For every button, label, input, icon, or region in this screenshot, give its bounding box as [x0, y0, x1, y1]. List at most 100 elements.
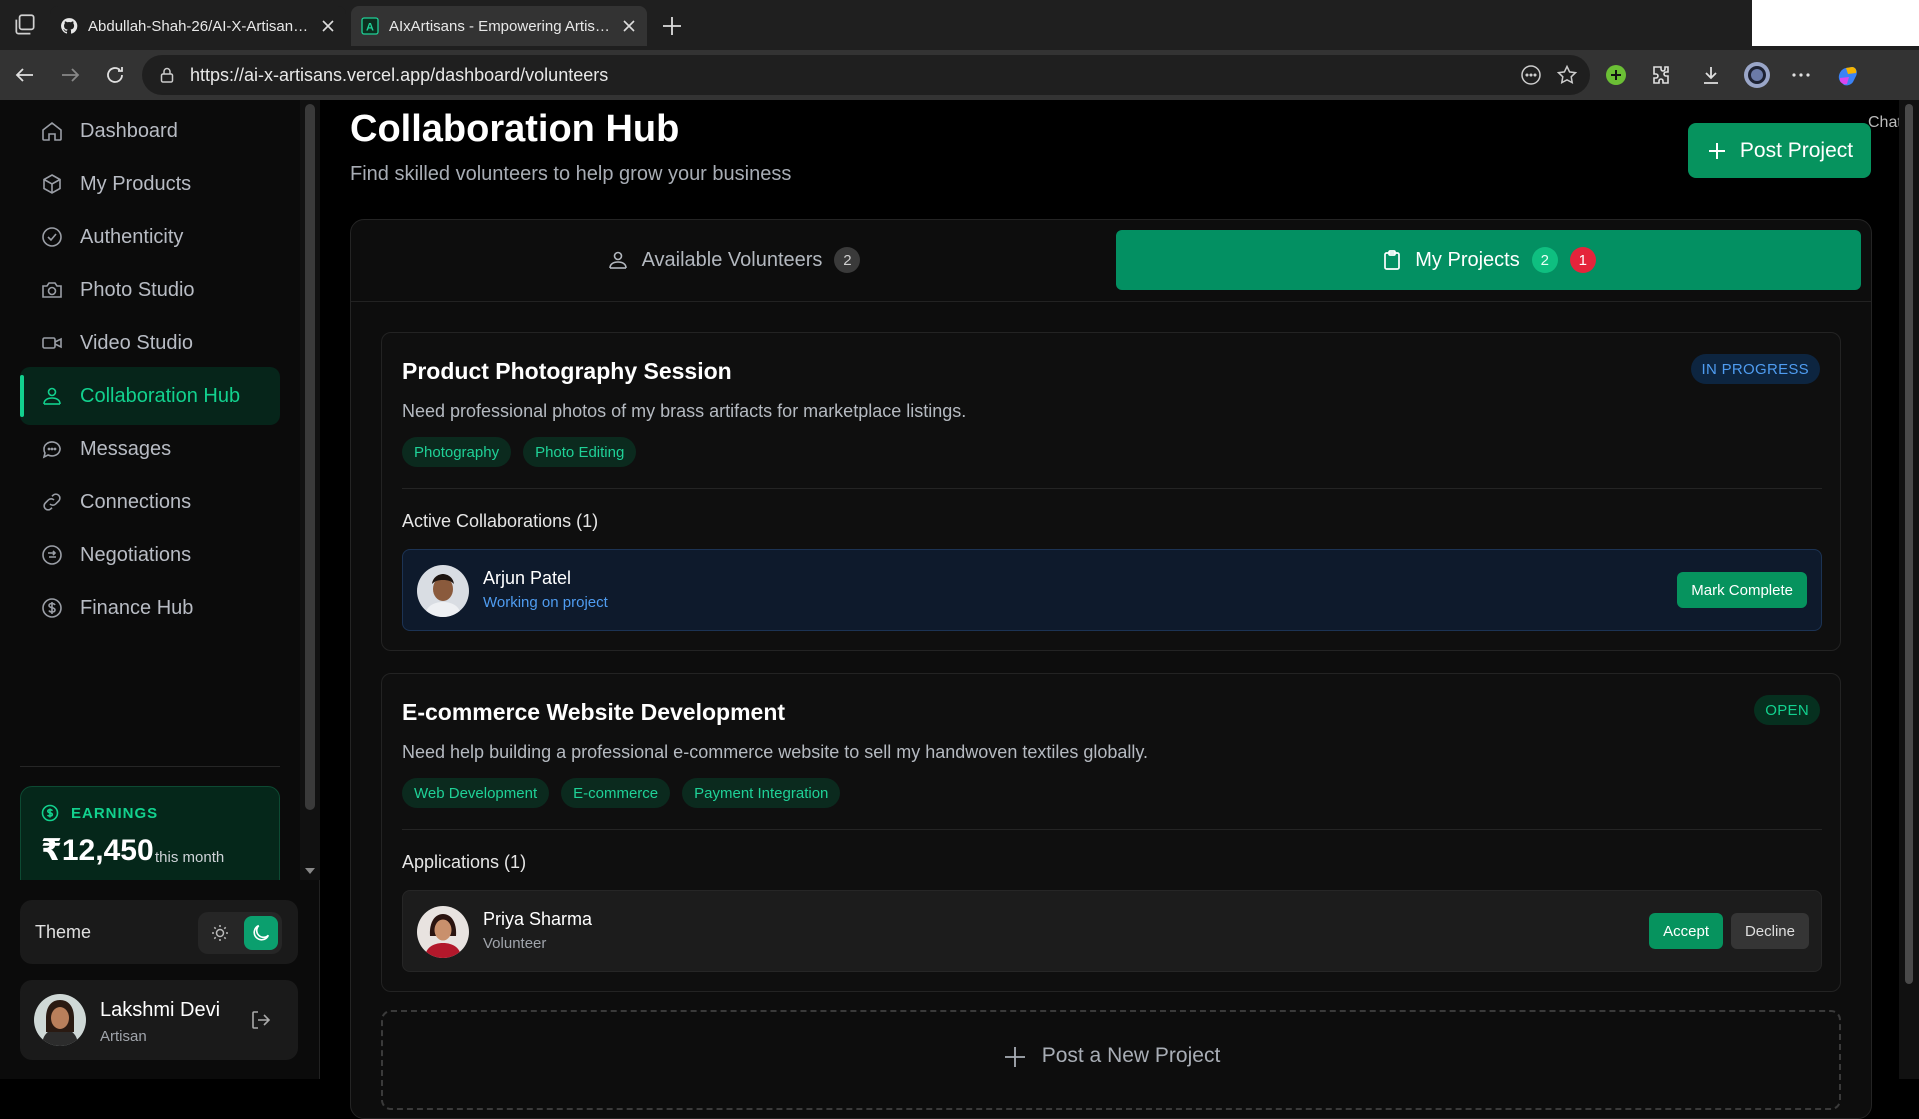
sun-icon[interactable] [208, 921, 232, 945]
applicant-name: Priya Sharma [483, 909, 593, 929]
skill-tag: Photo Editing [523, 437, 637, 467]
close-icon[interactable] [320, 18, 336, 34]
post-project-button[interactable]: Post Project [1688, 123, 1871, 178]
copilot-icon[interactable] [1834, 61, 1862, 89]
post-new-label: Post a New Project [1041, 1044, 1221, 1067]
message-icon [40, 437, 64, 461]
users-icon [40, 384, 64, 408]
github-icon [60, 17, 78, 35]
video-icon [40, 331, 64, 355]
collaborator-status: Working on project [483, 594, 608, 611]
browser-tab-github[interactable]: Abdullah-Shah-26/AI-X-Artisans: A [50, 6, 346, 46]
page-scrollbar[interactable] [1899, 100, 1919, 1079]
divider [402, 829, 1822, 830]
more-options-circle-icon[interactable] [1520, 64, 1542, 86]
moon-icon[interactable] [244, 916, 278, 950]
logout-icon[interactable] [248, 1007, 274, 1033]
sidebar-item-dashboard[interactable]: Dashboard [20, 102, 280, 160]
earnings-label: EARNINGS [71, 805, 159, 822]
post-new-project-button[interactable]: Post a New Project [381, 1010, 1841, 1110]
menu-dots-icon[interactable] [1789, 63, 1813, 87]
user-name: Lakshmi Devi [100, 999, 221, 1021]
sidebar-item-authenticity[interactable]: Authenticity [20, 208, 280, 266]
reload-icon[interactable] [103, 63, 127, 87]
application-row: Priya Sharma Volunteer Accept Decline [402, 890, 1822, 972]
profile-icon[interactable] [1743, 61, 1771, 89]
project-description: Need help building a professional e-comm… [402, 742, 1149, 762]
sidebar-item-photo-studio[interactable]: Photo Studio [20, 261, 280, 319]
status-badge: OPEN [1754, 695, 1820, 725]
sidebar-item-label: Messages [80, 437, 172, 460]
sidebar-item-label: Authenticity [80, 225, 184, 248]
section-heading: Applications (1) [402, 852, 527, 872]
dollar-icon [41, 804, 59, 822]
tab-label: My Projects [1415, 248, 1520, 271]
sidebar-item-negotiations[interactable]: Negotiations [20, 526, 280, 584]
url-text: https://ai-x-artisans.vercel.app/dashboa… [190, 64, 609, 85]
tab-label: Available Volunteers [641, 248, 823, 271]
link-icon [40, 490, 64, 514]
clipboard-icon [1381, 249, 1403, 271]
camera-icon [40, 278, 64, 302]
tab-available-volunteers[interactable]: Available Volunteers 2 [351, 230, 1115, 290]
project-description: Need professional photos of my brass art… [402, 401, 967, 421]
sidebar-item-label: Collaboration Hub [80, 384, 241, 407]
sidebar-item-connections[interactable]: Connections [20, 473, 280, 531]
alert-badge: 1 [1569, 247, 1596, 273]
skill-tag: E-commerce [561, 778, 671, 808]
section-heading: Active Collaborations (1) [402, 511, 599, 531]
page-title: Collaboration Hub [350, 108, 680, 150]
browser-toolbar: https://ai-x-artisans.vercel.app/dashboa… [0, 50, 1919, 131]
collaborator-row: Arjun Patel Working on project Mark Comp… [402, 549, 1822, 631]
site-info-icon[interactable] [158, 66, 176, 84]
svg-text:A: A [366, 22, 374, 34]
count-badge: 2 [834, 247, 861, 273]
avatar [417, 565, 469, 617]
star-icon[interactable] [1556, 64, 1578, 86]
status-badge: IN PROGRESS [1690, 354, 1820, 384]
theme-label: Theme [35, 922, 92, 942]
applicant-role: Volunteer [483, 935, 547, 952]
scrollbar-thumb[interactable] [305, 104, 315, 810]
window-controls-area [1752, 0, 1919, 46]
sidebar-item-label: Connections [80, 490, 192, 513]
theme-card: Theme [20, 900, 298, 964]
sidebar-item-label: Negotiations [80, 543, 192, 566]
extensions-icon[interactable] [1649, 63, 1673, 87]
sidebar-item-messages[interactable]: Messages [20, 420, 280, 478]
close-icon[interactable] [621, 18, 637, 34]
sidebar-item-collaboration-hub[interactable]: Collaboration Hub [20, 367, 280, 425]
sidebar-item-label: Dashboard [80, 119, 178, 142]
browser-tab-bar: Abdullah-Shah-26/AI-X-Artisans: A A AIxA… [0, 0, 1919, 50]
new-tab-icon[interactable] [660, 14, 684, 38]
tab-my-projects[interactable]: My Projects 2 1 [1116, 230, 1861, 290]
sidebar-item-my-products[interactable]: My Products [20, 155, 280, 213]
scrollbar-thumb[interactable] [1905, 104, 1913, 984]
plus-icon [1706, 140, 1728, 162]
chat-label[interactable]: Chat [1868, 114, 1902, 132]
earnings-period: this month [155, 849, 225, 866]
accept-button[interactable]: Accept [1649, 913, 1723, 949]
dollar-icon [40, 596, 64, 620]
sidebar-scrollbar[interactable] [300, 100, 320, 880]
check-circle-icon [40, 225, 64, 249]
theme-toggle[interactable] [198, 912, 282, 954]
mark-complete-button[interactable]: Mark Complete [1677, 572, 1807, 608]
back-icon[interactable] [13, 63, 37, 87]
workspaces-icon[interactable] [12, 12, 38, 38]
user-card[interactable]: Lakshmi Devi Artisan [20, 980, 298, 1060]
project-card: E-commerce Website Development OPEN Need… [381, 673, 1841, 992]
tab-title: AIxArtisans - Empowering Artisans [389, 17, 611, 35]
download-icon[interactable] [1699, 63, 1723, 87]
tab-title: Abdullah-Shah-26/AI-X-Artisans: A [88, 17, 310, 35]
scroll-down-icon[interactable] [304, 866, 316, 876]
address-bar[interactable]: https://ai-x-artisans.vercel.app/dashboa… [142, 55, 1590, 95]
app-icon: A [361, 17, 379, 35]
sidebar-item-video-studio[interactable]: Video Studio [20, 314, 280, 372]
forward-icon[interactable] [58, 63, 82, 87]
sidebar-item-label: My Products [80, 172, 192, 195]
browser-tab-app[interactable]: A AIxArtisans - Empowering Artisans [351, 6, 647, 46]
sidebar-item-finance-hub[interactable]: Finance Hub [20, 579, 280, 637]
decline-button[interactable]: Decline [1730, 913, 1809, 949]
extension-green-icon[interactable] [1604, 63, 1628, 87]
